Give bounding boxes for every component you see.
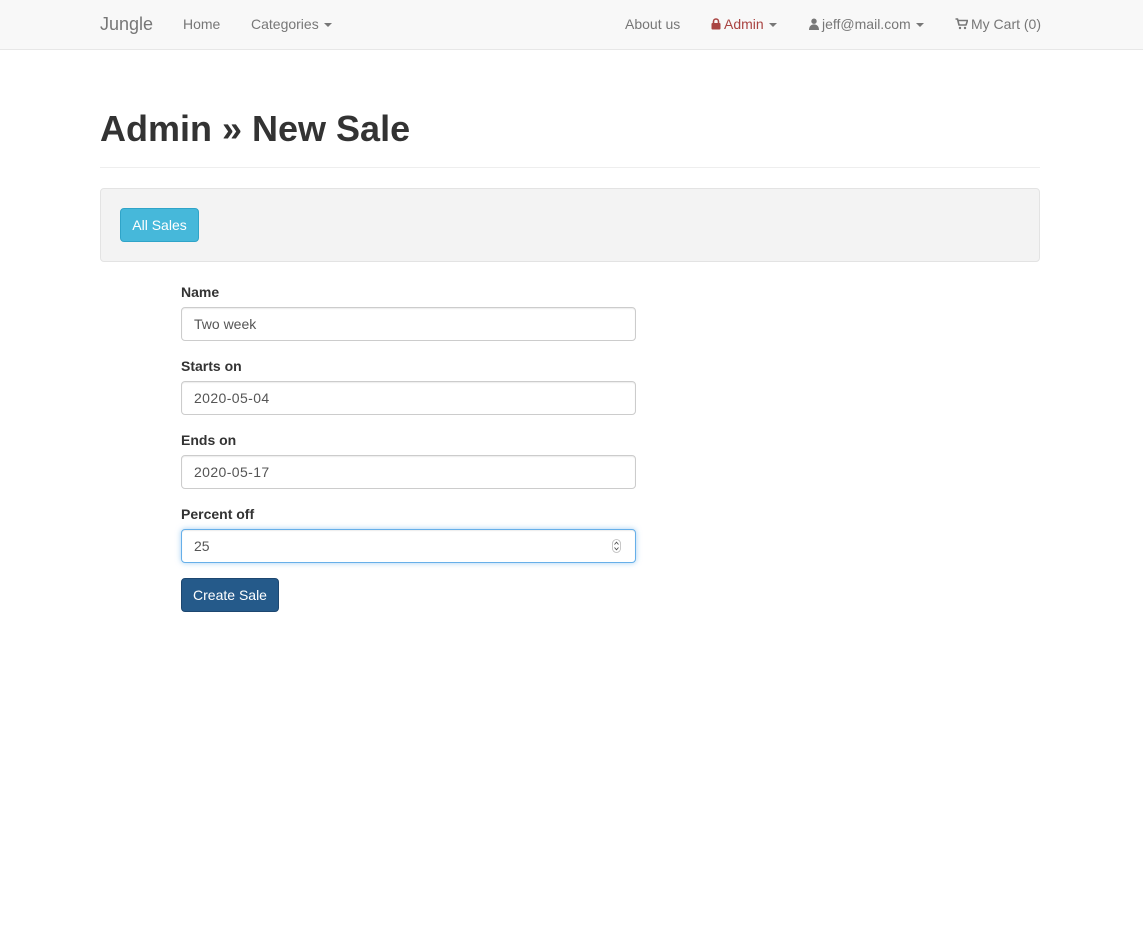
starts-on-label: Starts on <box>181 358 242 374</box>
toolbar-well: All Sales <box>100 188 1040 262</box>
nav-cart[interactable]: My Cart (0) <box>955 0 1041 49</box>
number-spinner-icon[interactable] <box>612 539 621 553</box>
percent-off-value: 25 <box>194 538 210 554</box>
starts-on-field[interactable]: 2020-05-04 <box>181 381 636 415</box>
name-label: Name <box>181 284 220 300</box>
ends-on-field[interactable]: 2020-05-17 <box>181 455 636 489</box>
navbar: Jungle Home Categories About us Admin je… <box>0 0 1143 50</box>
nav-about[interactable]: About us <box>625 0 680 49</box>
nav-admin-dropdown[interactable]: Admin <box>711 0 777 49</box>
nav-categories-label: Categories <box>251 16 319 32</box>
name-field[interactable]: Two week <box>181 307 636 341</box>
caret-down-icon <box>768 23 777 28</box>
nav-cart-label: My Cart (0) <box>971 16 1041 32</box>
user-icon <box>809 18 819 30</box>
nav-user-label: jeff@mail.com <box>822 16 911 32</box>
all-sales-button[interactable]: All Sales <box>120 208 199 242</box>
nav-admin-label: Admin <box>724 16 764 32</box>
header-divider <box>100 167 1040 168</box>
page-title: Admin » New Sale <box>100 108 411 149</box>
cart-icon <box>955 18 968 30</box>
percent-off-label: Percent off <box>181 506 255 522</box>
percent-off-field[interactable]: 25 <box>181 529 636 563</box>
brand-link[interactable]: Jungle <box>100 0 153 49</box>
ends-on-label: Ends on <box>181 432 237 448</box>
caret-down-icon <box>323 23 332 28</box>
nav-user-dropdown[interactable]: jeff@mail.com <box>809 0 924 49</box>
nav-home[interactable]: Home <box>183 0 220 49</box>
lock-icon <box>711 18 721 30</box>
nav-categories-dropdown[interactable]: Categories <box>251 0 332 49</box>
caret-down-icon <box>915 23 924 28</box>
create-sale-button[interactable]: Create Sale <box>181 578 279 612</box>
